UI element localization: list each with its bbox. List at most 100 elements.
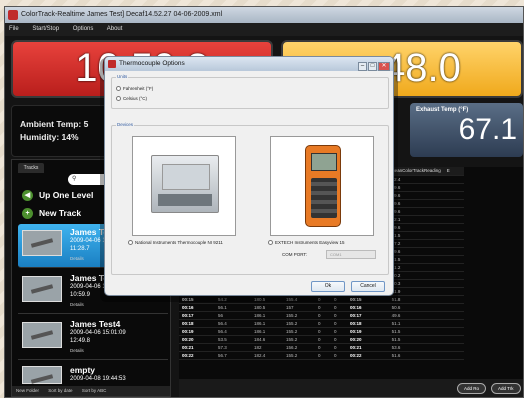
table-cell: 0 xyxy=(331,303,347,312)
table-cell: 186.1 xyxy=(251,311,283,320)
tab-tracks[interactable]: Tracks xyxy=(18,163,44,173)
track-duration: 11:28.7 xyxy=(70,246,90,252)
extech-screen xyxy=(311,153,337,171)
radio-icon xyxy=(116,96,121,102)
ni-device-label: National Instruments Thermocouple NI 921… xyxy=(135,240,223,245)
extech-device-radio[interactable]: EXTECH Instruments Easyview 15 xyxy=(268,240,345,246)
table-cell: 0 xyxy=(331,351,347,360)
track-details-link[interactable]: Details xyxy=(70,302,84,307)
table-cell xyxy=(443,343,464,352)
table-row[interactable]: 00:18 56.4 186.1 155.2 0 0 00:18 51.1 xyxy=(179,319,464,328)
minimize-icon[interactable]: – xyxy=(358,62,367,71)
thermocouple-options-dialog: Thermocouple Options – □ ✕ Units Fahrenhei… xyxy=(104,56,394,296)
ok-button[interactable]: Ok xyxy=(311,281,345,292)
table-cell xyxy=(443,263,464,272)
menu-about[interactable]: About xyxy=(107,26,123,32)
table-row[interactable]: 00:21 57.3 182 156.2 0 0 00:21 53.6 xyxy=(179,343,464,352)
table-row[interactable]: 00:19 56.4 186.1 155.2 0 0 00:19 51.5 xyxy=(179,327,464,336)
track-date: 2009-04-08 19:44:53 xyxy=(70,376,126,382)
fahrenheit-label: Fahrenheit (°F) xyxy=(123,86,154,91)
track-thumbnail xyxy=(22,366,62,384)
close-icon[interactable]: ✕ xyxy=(378,62,390,71)
extech-keypad xyxy=(311,178,337,218)
table-cell xyxy=(443,279,464,288)
table-cell: 00:19 xyxy=(347,327,389,336)
table-cell: 186.1 xyxy=(251,327,283,336)
tracks-footer: New Folder Sort by date Sort by ABC xyxy=(12,386,170,396)
table-cell: 00:17 xyxy=(179,311,215,320)
track-thumbnail xyxy=(22,276,62,302)
table-cell: 157 xyxy=(283,303,315,312)
add-track-button[interactable]: Add Trk xyxy=(491,383,521,394)
table-cell: 56.4 xyxy=(215,327,251,336)
new-folder-button[interactable]: New Folder xyxy=(16,388,39,393)
table-cell: 56.1 xyxy=(215,303,251,312)
maximize-icon[interactable]: □ xyxy=(368,62,377,71)
table-cell: 51.6 xyxy=(388,351,444,360)
table-cell: 0 xyxy=(315,343,331,352)
cancel-button[interactable]: Cancel xyxy=(351,281,385,292)
table-cell: 00:20 xyxy=(347,335,389,344)
extech-device-tile[interactable] xyxy=(270,136,374,236)
table-cell: 53.5 xyxy=(215,335,251,344)
menu-start-stop[interactable]: Start/Stop xyxy=(32,26,59,32)
units-group: Units Fahrenheit (°F) Celsius (°C) xyxy=(111,74,389,109)
ni-device-tile[interactable] xyxy=(132,136,236,236)
table-row[interactable]: 00:20 53.5 184.6 155.2 0 0 00:20 51.5 xyxy=(179,335,464,344)
sort-by-abc-button[interactable]: Sort by ABC xyxy=(82,388,107,393)
table-cell: 51.5 xyxy=(388,327,444,336)
extech-meter-image xyxy=(305,145,341,227)
table-cell xyxy=(443,247,464,256)
menu-options[interactable]: Options xyxy=(73,26,94,32)
radio-icon xyxy=(116,86,121,92)
table-cell: 00:18 xyxy=(347,319,389,328)
title-bar: ColorTrack-Realtime James Test] Decaf14.… xyxy=(5,7,523,23)
table-cell: 186.1 xyxy=(251,319,283,328)
add-row-button[interactable]: Add Ro xyxy=(457,383,487,394)
plus-icon: + xyxy=(22,208,33,220)
table-cell: 56.4 xyxy=(215,319,251,328)
table-cell: 155.2 xyxy=(283,327,315,336)
table-cell: 00:18 xyxy=(179,319,215,328)
table-cell: 00:17 xyxy=(347,311,389,320)
table-cell: 0 xyxy=(315,319,331,328)
table-row[interactable]: 00:17 56 186.1 155.2 0 0 00:17 49.6 xyxy=(179,311,464,320)
track-details-link[interactable]: Details xyxy=(70,348,84,353)
track-item[interactable]: empty 2009-04-08 19:44:53 xyxy=(18,362,168,388)
column-header[interactable]: E xyxy=(443,167,464,176)
table-cell: 155.2 xyxy=(283,351,315,360)
table-cell: 182 xyxy=(251,343,283,352)
window-controls: – □ ✕ xyxy=(357,59,390,73)
menu-file[interactable]: File xyxy=(9,26,19,32)
table-cell: 56 xyxy=(215,311,251,320)
table-cell: 57.3 xyxy=(215,343,251,352)
ni-device-radio[interactable]: National Instruments Thermocouple NI 921… xyxy=(128,240,223,246)
fahrenheit-radio[interactable]: Fahrenheit (°F) xyxy=(116,86,154,92)
track-name: empty xyxy=(70,365,96,375)
bottom-bar: Add Ro Add Trk xyxy=(179,379,523,397)
table-cell: 00:22 xyxy=(179,351,215,360)
track-item[interactable]: James Test4 2009-04-06 15:01:09 12:49.8 … xyxy=(18,316,168,360)
table-cell xyxy=(443,239,464,248)
table-cell xyxy=(443,207,464,216)
table-cell: 0 xyxy=(331,343,347,352)
com-port-select[interactable]: COM1 xyxy=(326,250,376,259)
track-date: 2009-04-06 15:01:09 xyxy=(70,330,126,336)
track-thumbnail xyxy=(22,322,62,348)
table-cell xyxy=(443,191,464,200)
table-cell: 00:21 xyxy=(347,343,389,352)
devices-group: Devices National Instruments Thermocoupl… xyxy=(111,122,389,275)
table-cell: 182.4 xyxy=(251,351,283,360)
track-details-link[interactable]: Details xyxy=(70,256,84,261)
table-cell xyxy=(443,183,464,192)
table-cell: 155.2 xyxy=(283,311,315,320)
celsius-radio[interactable]: Celsius (°C) xyxy=(116,96,147,102)
table-cell: 51.1 xyxy=(388,319,444,328)
table-row[interactable]: 00:22 56.7 182.4 155.2 0 0 00:22 51.6 xyxy=(179,351,464,360)
table-cell: 0 xyxy=(315,303,331,312)
sort-by-date-button[interactable]: Sort by date xyxy=(48,388,72,393)
table-row[interactable]: 00:16 56.1 180.5 157 0 0 00:16 50.6 xyxy=(179,303,464,312)
table-cell: 49.6 xyxy=(388,311,444,320)
com-port-label: COM PORT: xyxy=(282,252,307,257)
com-port-value: COM1 xyxy=(330,252,342,257)
